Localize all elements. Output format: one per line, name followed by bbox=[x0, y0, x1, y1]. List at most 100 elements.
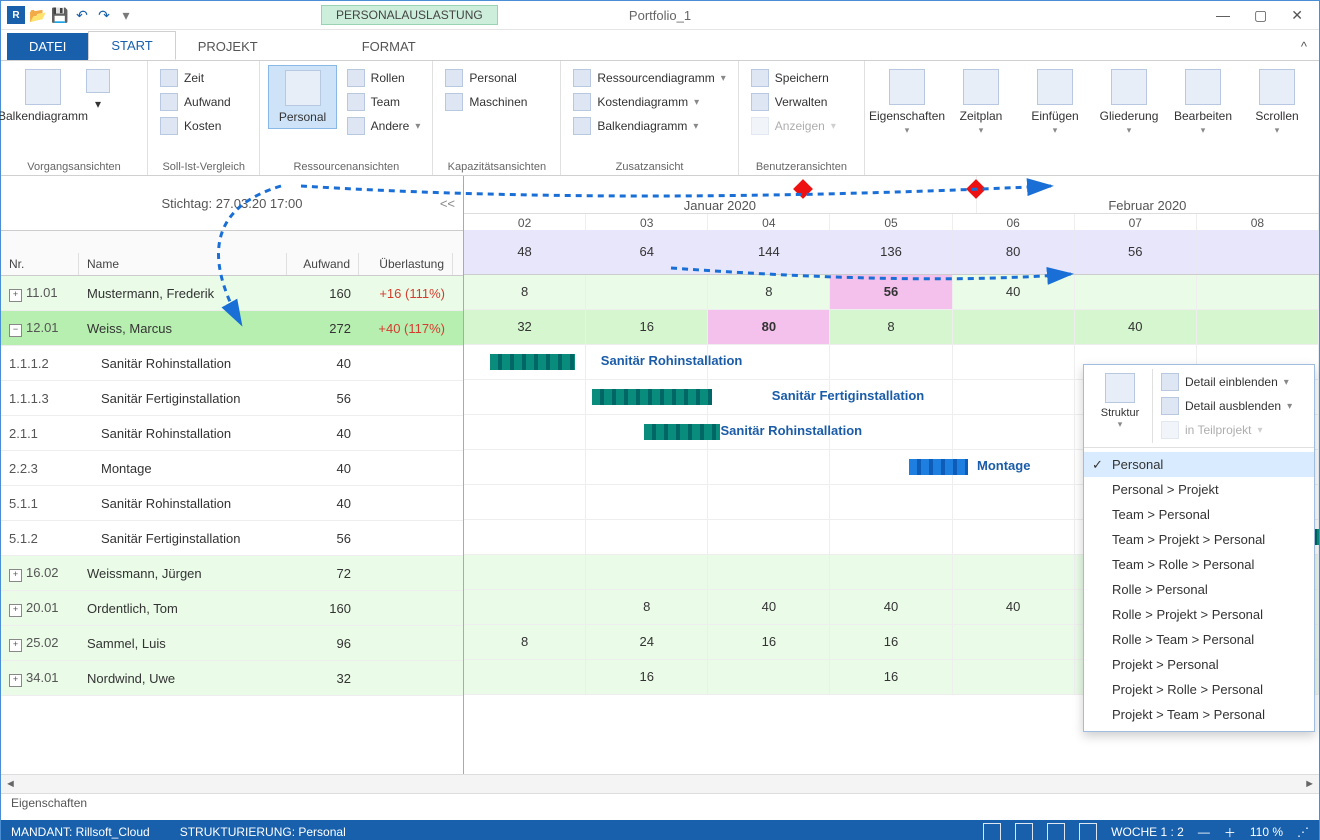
balkendiagramm-split-button[interactable]: ▾ bbox=[83, 65, 113, 115]
table-row[interactable]: +25.02Sammel, Luis96 bbox=[1, 626, 463, 661]
collapse-left-button[interactable]: << bbox=[440, 196, 455, 211]
zeit-button[interactable]: Zeit bbox=[156, 67, 235, 89]
tab-format[interactable]: FORMAT bbox=[340, 33, 438, 60]
personal-button[interactable]: Personal bbox=[268, 65, 336, 129]
gantt-row[interactable]: 885640 bbox=[464, 275, 1319, 310]
expand-toggle[interactable]: + bbox=[9, 289, 22, 302]
col-ueberlastung[interactable]: Überlastung bbox=[359, 253, 453, 275]
struktur-option[interactable]: Personal > Projekt bbox=[1084, 477, 1314, 502]
status-woche[interactable]: WOCHE 1 : 2 bbox=[1111, 825, 1184, 839]
table-row[interactable]: 1.1.1.2Sanitär Rohinstallation40 bbox=[1, 346, 463, 381]
balkendiagramm-button[interactable]: Balkendiagramm bbox=[9, 65, 77, 127]
zoom-in-icon[interactable]: ＋ bbox=[1224, 824, 1236, 840]
detail-einblenden-button[interactable]: Detail einblenden bbox=[1157, 371, 1306, 393]
scroll-left-icon[interactable]: ◄ bbox=[5, 778, 16, 790]
gantt-bar[interactable] bbox=[592, 389, 712, 405]
eigenschaften-button[interactable]: Eigenschaften▾ bbox=[873, 65, 941, 141]
table-row[interactable]: 2.2.3Montage40 bbox=[1, 451, 463, 486]
expand-toggle[interactable]: − bbox=[9, 324, 22, 337]
table-row[interactable]: −12.01Weiss, Marcus272+40 (117%) bbox=[1, 311, 463, 346]
expand-toggle[interactable]: + bbox=[9, 639, 22, 652]
kap-personal-button[interactable]: Personal bbox=[441, 67, 531, 89]
scrollen-button[interactable]: Scrollen▾ bbox=[1243, 65, 1311, 141]
status-view2-icon[interactable] bbox=[1015, 823, 1033, 840]
kosten-button[interactable]: Kosten bbox=[156, 115, 235, 137]
table-row[interactable]: 5.1.1Sanitär Rohinstallation40 bbox=[1, 486, 463, 521]
struktur-option[interactable]: Rolle > Personal bbox=[1084, 577, 1314, 602]
expand-toggle[interactable]: + bbox=[9, 569, 22, 582]
ribbon-collapse-icon[interactable]: ^ bbox=[1289, 33, 1319, 60]
bearbeiten-button[interactable]: Bearbeiten▾ bbox=[1169, 65, 1237, 141]
kostendiagramm-button[interactable]: Kostendiagramm bbox=[569, 91, 729, 113]
table-row[interactable]: +34.01Nordwind, Uwe32 bbox=[1, 661, 463, 696]
struktur-option[interactable]: Rolle > Projekt > Personal bbox=[1084, 602, 1314, 627]
table-row[interactable]: +20.01Ordentlich, Tom160 bbox=[1, 591, 463, 626]
gantt-cell: 8 bbox=[586, 590, 708, 624]
struktur-option[interactable]: Personal bbox=[1084, 452, 1314, 477]
gantt-bar[interactable] bbox=[490, 354, 576, 370]
gliederung-button[interactable]: Gliederung▾ bbox=[1095, 65, 1163, 141]
gantt-cell: 8 bbox=[708, 275, 830, 309]
expand-toggle[interactable]: + bbox=[9, 674, 22, 687]
context-tab-personalauslastung[interactable]: PERSONALAUSLASTUNG bbox=[321, 5, 498, 25]
gantt-bar[interactable] bbox=[644, 424, 721, 440]
close-button[interactable]: ✕ bbox=[1291, 7, 1303, 24]
maximize-button[interactable]: ▢ bbox=[1254, 7, 1267, 24]
struktur-option[interactable]: Rolle > Team > Personal bbox=[1084, 627, 1314, 652]
table-row[interactable]: 5.1.2Sanitär Fertiginstallation56 bbox=[1, 521, 463, 556]
qat-more-icon[interactable]: ▾ bbox=[117, 6, 135, 24]
status-zoom[interactable]: 110 % bbox=[1250, 825, 1283, 839]
table-row[interactable]: 2.1.1Sanitär Rohinstallation40 bbox=[1, 416, 463, 451]
undo-icon[interactable]: ↶ bbox=[73, 6, 91, 24]
struktur-button[interactable]: Struktur▾ bbox=[1088, 369, 1153, 443]
zeitplan-icon bbox=[963, 69, 999, 105]
anzeigen-button[interactable]: Anzeigen bbox=[747, 115, 840, 137]
balkendiagramm-zusatz-button[interactable]: Balkendiagramm bbox=[569, 115, 729, 137]
struktur-option[interactable]: Team > Projekt > Personal bbox=[1084, 527, 1314, 552]
group-ressourcenansichten: Ressourcenansichten bbox=[268, 159, 424, 173]
status-view1-icon[interactable] bbox=[983, 823, 1001, 840]
struktur-option[interactable]: Projekt > Rolle > Personal bbox=[1084, 677, 1314, 702]
status-resize-icon[interactable]: ⋰ bbox=[1297, 825, 1309, 839]
col-aufwand[interactable]: Aufwand bbox=[287, 253, 359, 275]
tab-start[interactable]: START bbox=[88, 31, 175, 60]
col-nr[interactable]: Nr. bbox=[1, 253, 79, 275]
team-button[interactable]: Team bbox=[343, 91, 425, 113]
rollen-button[interactable]: Rollen bbox=[343, 67, 425, 89]
minimize-button[interactable]: ― bbox=[1216, 7, 1230, 24]
in-teilprojekt-button[interactable]: in Teilprojekt bbox=[1157, 419, 1306, 441]
ressourcendiagramm-button[interactable]: Ressourcendiagramm bbox=[569, 67, 729, 89]
col-name[interactable]: Name bbox=[79, 253, 287, 275]
verwalten-button[interactable]: Verwalten bbox=[747, 91, 840, 113]
save-icon[interactable]: 💾 bbox=[51, 6, 69, 24]
reschart-icon bbox=[573, 69, 591, 87]
redo-icon[interactable]: ↷ bbox=[95, 6, 113, 24]
kap-maschinen-button[interactable]: Maschinen bbox=[441, 91, 531, 113]
zoom-out-icon[interactable]: ― bbox=[1198, 825, 1210, 839]
struktur-option[interactable]: Team > Personal bbox=[1084, 502, 1314, 527]
gantt-row[interactable]: 321680840 bbox=[464, 310, 1319, 345]
table-row[interactable]: +11.01Mustermann, Frederik160+16 (111%) bbox=[1, 276, 463, 311]
struktur-option[interactable]: Projekt > Team > Personal bbox=[1084, 702, 1314, 727]
properties-panel-header[interactable]: Eigenschaften bbox=[1, 793, 1319, 820]
group-vorgangsansichten: Vorgangsansichten bbox=[9, 159, 139, 173]
scroll-right-icon[interactable]: ► bbox=[1304, 778, 1315, 790]
gantt-bar[interactable] bbox=[909, 459, 969, 475]
open-icon[interactable]: 📂 bbox=[29, 6, 47, 24]
struktur-option[interactable]: Projekt > Personal bbox=[1084, 652, 1314, 677]
expand-toggle[interactable]: + bbox=[9, 604, 22, 617]
table-row[interactable]: +16.02Weissmann, Jürgen72 bbox=[1, 556, 463, 591]
status-view3-icon[interactable] bbox=[1047, 823, 1065, 840]
zeitplan-button[interactable]: Zeitplan▾ bbox=[947, 65, 1015, 141]
tab-datei[interactable]: DATEI bbox=[7, 33, 88, 60]
speichern-button[interactable]: Speichern bbox=[747, 67, 840, 89]
cell-aufwand: 272 bbox=[287, 321, 359, 336]
status-view4-icon[interactable] bbox=[1079, 823, 1097, 840]
table-row[interactable]: 1.1.1.3Sanitär Fertiginstallation56 bbox=[1, 381, 463, 416]
struktur-option[interactable]: Team > Rolle > Personal bbox=[1084, 552, 1314, 577]
detail-ausblenden-button[interactable]: Detail ausblenden bbox=[1157, 395, 1306, 417]
aufwand-button[interactable]: Aufwand bbox=[156, 91, 235, 113]
andere-button[interactable]: Andere bbox=[343, 115, 425, 137]
einfügen-button[interactable]: Einfügen▾ bbox=[1021, 65, 1089, 141]
tab-projekt[interactable]: PROJEKT bbox=[176, 33, 280, 60]
